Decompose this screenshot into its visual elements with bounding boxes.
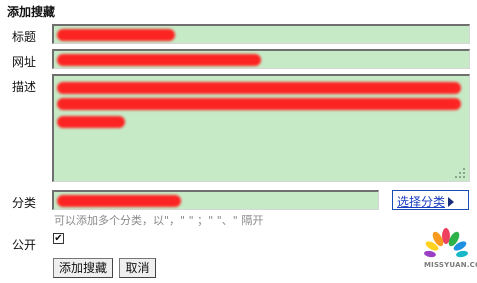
resize-grip-icon[interactable] [455,168,465,178]
peacock-logo-graphic [424,228,468,258]
choose-category-label: 选择分类 [397,195,446,209]
desc-label: 描述 [12,80,37,94]
triangle-right-icon [448,197,455,207]
category-hint: 可以添加多个分类，以"，" " ；" "、" 隔开 [54,214,264,227]
url-label: 网址 [12,55,37,69]
watermark-text: MISSYUAN.COM [424,261,477,269]
title-input[interactable] [52,24,470,44]
desc-textarea[interactable] [52,74,470,182]
category-label: 分类 [12,196,37,210]
title-label: 标题 [12,30,37,44]
public-label: 公开 [12,238,37,252]
url-input[interactable] [52,49,470,69]
category-input[interactable] [52,190,379,210]
form-title: 添加搜藏 [7,5,56,19]
redaction-mark [57,54,261,66]
redaction-mark [57,195,181,207]
redaction-mark [57,98,461,110]
cancel-button[interactable]: 取消 [119,258,156,278]
redaction-mark [57,116,125,128]
submit-button[interactable]: 添加搜藏 [53,258,113,278]
choose-category-button[interactable]: 选择分类 [392,190,469,210]
redaction-mark [57,82,461,94]
redaction-mark [57,29,175,41]
checkbox-check-icon: ✔ [54,233,63,244]
public-checkbox[interactable]: ✔ [53,233,64,244]
peacock-logo-icon: MISSYUAN.COM [424,228,477,274]
